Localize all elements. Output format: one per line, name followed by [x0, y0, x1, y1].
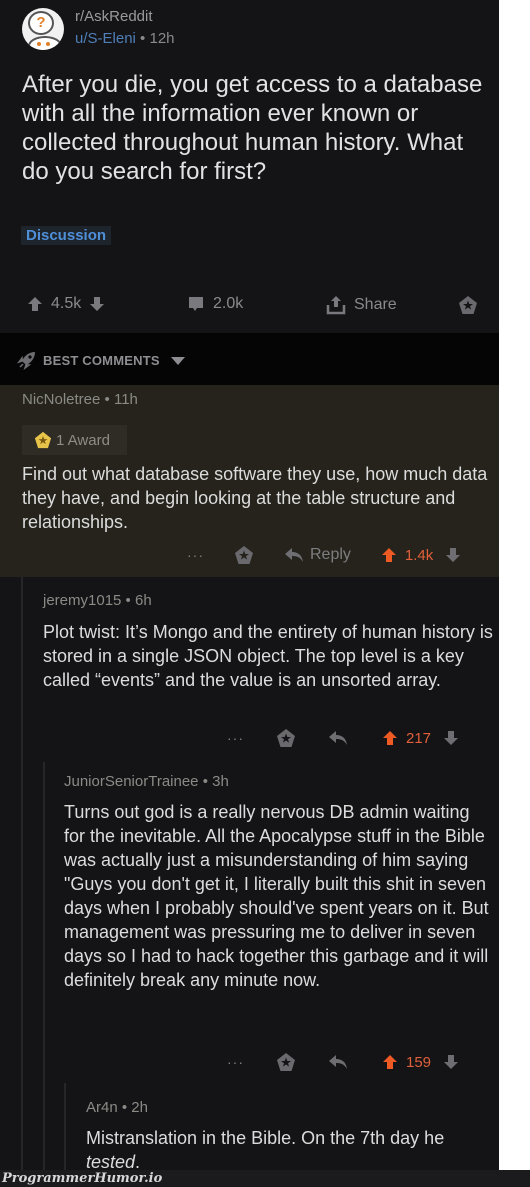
subreddit-avatar[interactable]: ? — [22, 8, 64, 50]
comment-actions: ··· 217 — [227, 728, 459, 748]
downvote-button[interactable] — [89, 296, 105, 312]
comment-author[interactable]: JuniorSeniorTrainee • 3h — [64, 773, 229, 790]
comment-score: 1.4k — [404, 546, 434, 564]
more-options-button[interactable]: ··· — [227, 1054, 244, 1070]
reply-icon[interactable] — [328, 1054, 348, 1070]
downvote-icon[interactable] — [445, 547, 461, 563]
more-options-button[interactable]: ··· — [187, 547, 204, 563]
comment-body: Find out what database software they use… — [22, 464, 488, 532]
question-bubble-icon: ? — [28, 11, 54, 35]
downvote-icon — [90, 297, 105, 311]
award-icon — [459, 296, 477, 314]
award-label: 1 Award — [56, 431, 110, 449]
upvote-icon[interactable] — [382, 1054, 398, 1070]
more-options-button[interactable]: ··· — [227, 730, 244, 746]
award-icon[interactable] — [234, 545, 254, 565]
snoo-head-icon — [28, 36, 62, 50]
vote-group: 4.5k — [27, 295, 105, 313]
post-score: 4.5k — [51, 295, 82, 312]
post-actions: 4.5k 2.0k Share — [0, 290, 499, 320]
separator: • — [140, 30, 146, 47]
reply-icon[interactable] — [328, 730, 348, 746]
thread-line[interactable] — [64, 1083, 66, 1170]
award-badge[interactable]: 1 Award — [22, 425, 127, 455]
comments-button[interactable]: 2.0k — [187, 295, 243, 313]
upvote-icon[interactable] — [381, 547, 397, 563]
comment-score: 217 — [406, 729, 432, 747]
rocket-icon — [17, 352, 35, 370]
post-flair[interactable]: Discussion — [21, 226, 112, 245]
comment-author[interactable]: NicNoletree • 11h — [22, 391, 138, 408]
post: ? r/AskReddit u/S-Eleni • 12h After you … — [0, 0, 499, 333]
comment-author[interactable]: jeremy1015 • 6h — [43, 592, 152, 609]
reply-label: Reply — [310, 546, 351, 563]
award-icon[interactable] — [276, 1052, 296, 1072]
snoo-eye-icon — [46, 42, 50, 46]
chevron-down-icon — [171, 357, 185, 365]
post-author[interactable]: u/S-Eleni — [75, 30, 136, 47]
comment-count: 2.0k — [213, 295, 244, 312]
award-button[interactable] — [458, 295, 478, 315]
thread-line[interactable] — [21, 577, 23, 1170]
comment-actions: ··· Reply 1.4k — [187, 545, 461, 565]
comment-body: Mistranslation in the Bible. On the 7th … — [86, 1128, 445, 1170]
thread-line[interactable] — [43, 762, 45, 1170]
comment-actions: ··· 159 — [227, 1052, 459, 1072]
watermark: ProgrammerHumor.io — [0, 1170, 530, 1187]
reply-icon — [285, 548, 303, 562]
comment-icon — [189, 297, 203, 311]
sort-label: BEST COMMENTS — [43, 353, 160, 368]
comment-score: 159 — [406, 1053, 432, 1071]
share-label: Share — [354, 296, 397, 313]
downvote-icon[interactable] — [443, 1054, 459, 1070]
comment-body: Turns out god is a really nervous DB adm… — [64, 802, 489, 990]
reddit-app: ? r/AskReddit u/S-Eleni • 12h After you … — [0, 0, 499, 1170]
award-icon[interactable] — [276, 728, 296, 748]
comment-sort-bar[interactable]: BEST COMMENTS — [0, 333, 499, 385]
post-age: 12h — [149, 30, 175, 47]
upvote-button[interactable] — [27, 296, 43, 312]
gold-award-icon — [34, 431, 52, 449]
comment-author[interactable]: Ar4n • 2h — [86, 1099, 148, 1116]
reply-button[interactable]: Reply — [284, 546, 351, 564]
share-icon — [326, 296, 346, 315]
upvote-icon[interactable] — [382, 730, 398, 746]
snoo-eye-icon — [37, 42, 41, 46]
share-button[interactable]: Share — [326, 295, 397, 315]
downvote-icon[interactable] — [443, 730, 459, 746]
comment-body: Plot twist: It’s Mongo and the entirety … — [43, 622, 493, 690]
subreddit-name[interactable]: r/AskReddit — [75, 8, 153, 25]
upvote-icon — [28, 297, 42, 311]
post-meta: u/S-Eleni • 12h — [75, 30, 175, 47]
post-title[interactable]: After you die, you get access to a datab… — [22, 70, 492, 186]
